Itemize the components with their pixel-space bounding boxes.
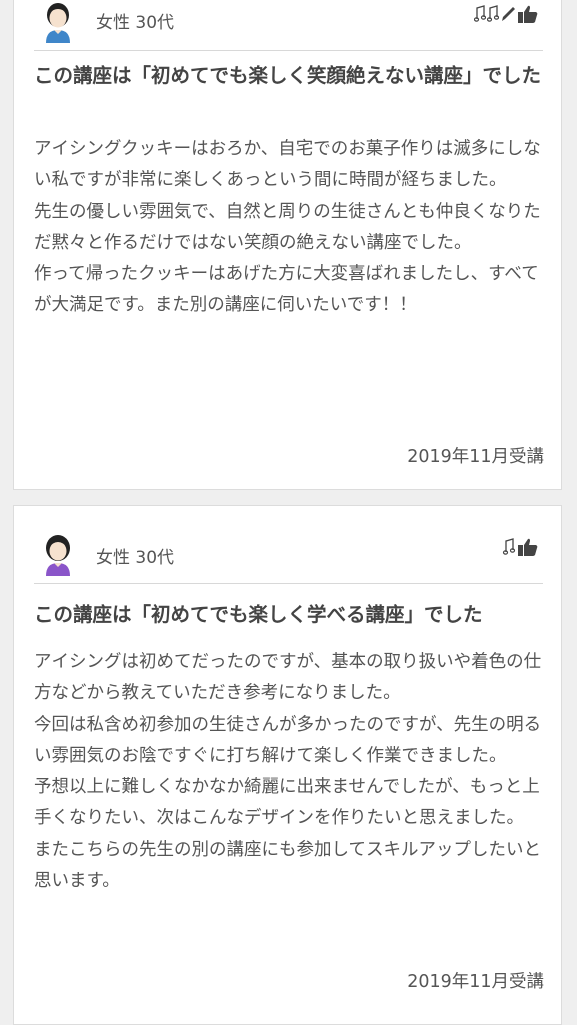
reaction-icons — [502, 537, 539, 557]
reaction-icons — [474, 4, 539, 24]
attendance-date: 2019年11月受講 — [407, 972, 544, 992]
review-title: この講座は「初めてでも楽しく笑顔絶えない講座」でした — [34, 64, 542, 87]
music-note-icon — [474, 5, 486, 22]
reviewer-info: 女性 30代 — [96, 13, 175, 33]
review-body: アイシングは初めてだったのですが、基本の取り扱いや着色の仕方などから教えていただ… — [34, 652, 542, 892]
attendance-date: 2019年11月受講 — [407, 447, 544, 467]
avatar — [46, 535, 70, 576]
reviewer-info: 女性 30代 — [96, 548, 175, 568]
review-header: 女性 30代 — [34, 0, 543, 51]
pencil-icon — [502, 7, 515, 21]
music-note-icon — [487, 5, 499, 22]
review-body: アイシングクッキーはおろか、自宅でのお菓子作りは滅多にしない私ですが非常に楽しく… — [34, 139, 541, 316]
review-card: 女性 30代 この講座は「初めてでも楽しく笑顔絶えない講座」でした アイシングク… — [13, 0, 562, 490]
review-title: この講座は「初めてでも楽しく学べる講座」でした — [34, 603, 483, 626]
thumbs-up-icon — [518, 5, 538, 23]
thumbs-up-icon — [518, 538, 538, 556]
avatar — [46, 3, 70, 43]
review-card: 女性 30代 この講座は「初めてでも楽しく学べる講座」でした アイシングは初めて… — [13, 505, 562, 1025]
review-header: 女性 30代 — [34, 526, 543, 584]
music-note-icon — [502, 538, 516, 555]
